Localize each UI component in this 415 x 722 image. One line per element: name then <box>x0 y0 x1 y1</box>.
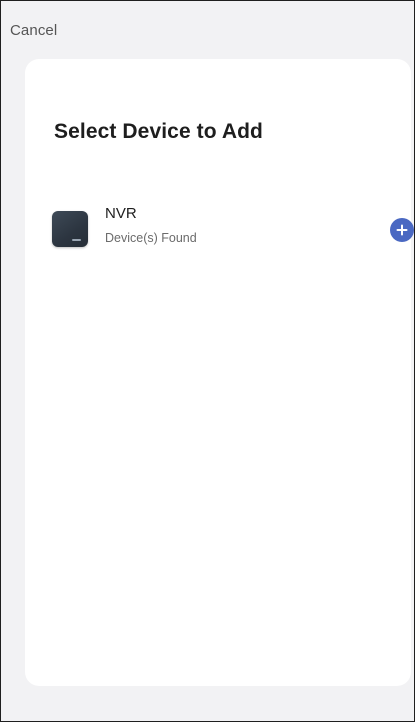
device-led-indicator <box>72 239 81 241</box>
add-device-button[interactable] <box>390 218 414 242</box>
cancel-button[interactable]: Cancel <box>10 22 57 39</box>
nvr-device-icon <box>52 211 88 247</box>
plus-circle-icon <box>396 224 408 236</box>
page-title: Select Device to Add <box>54 120 263 143</box>
device-status: Device(s) Found <box>105 231 197 245</box>
device-sheet: Select Device to Add NVR Device(s) Found <box>25 59 414 686</box>
device-name: NVR <box>105 205 137 222</box>
app-frame: Cancel Select Device to Add NVR Device(s… <box>0 0 415 722</box>
device-list-item[interactable]: NVR Device(s) Found <box>49 199 414 263</box>
top-bar: Cancel <box>1 1 414 57</box>
